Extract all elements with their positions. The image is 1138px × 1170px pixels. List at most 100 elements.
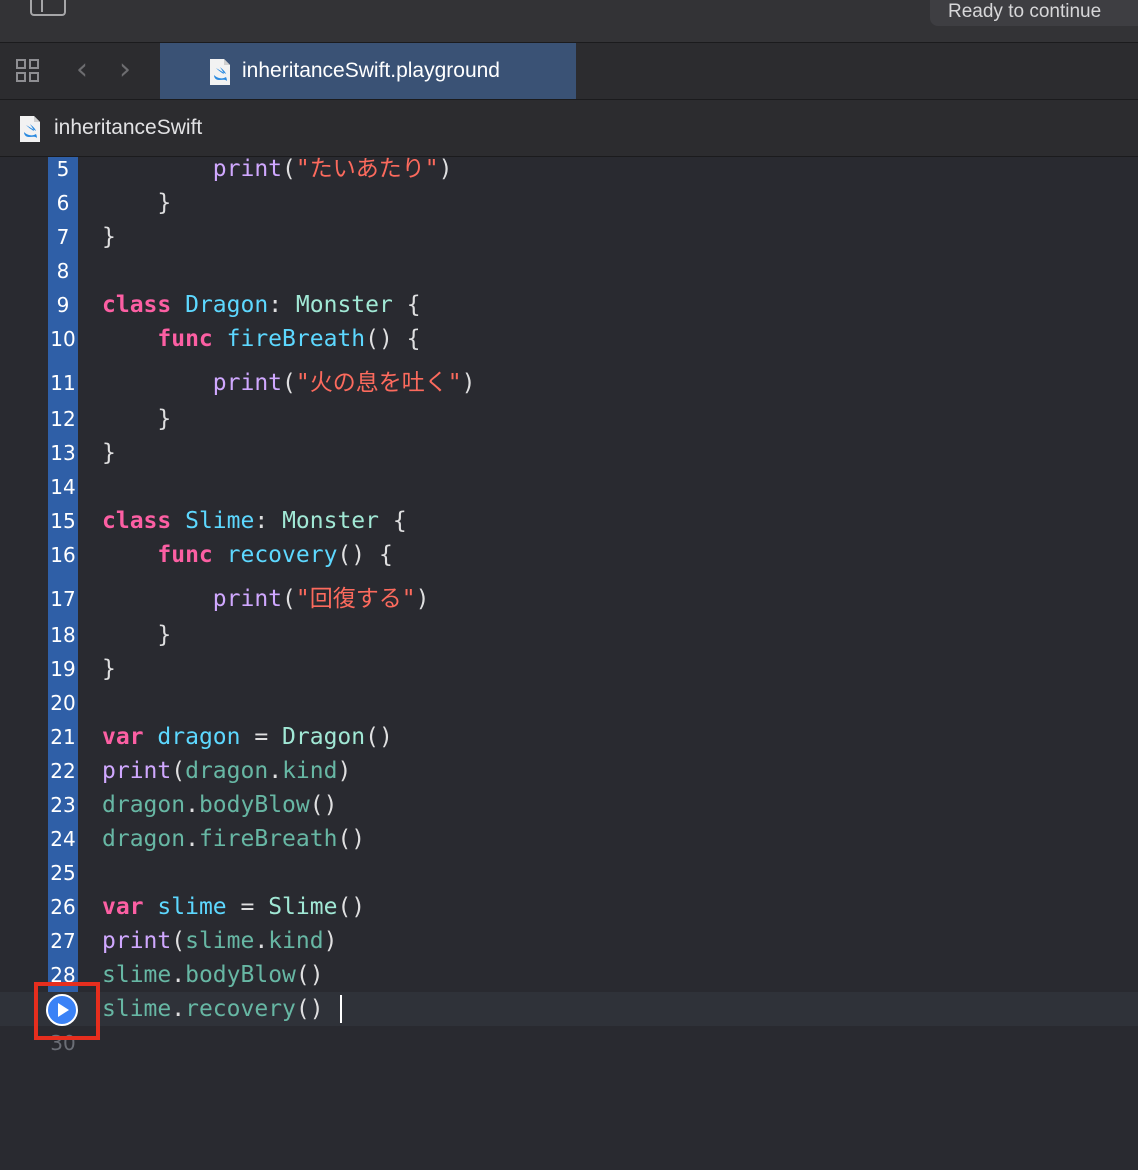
code-token: () [309, 792, 338, 818]
tab-playground[interactable]: inheritanceSwift.playground [160, 43, 576, 99]
code-token: ) [415, 586, 430, 612]
code-token: () [295, 962, 324, 988]
code-text: print(slime.kind) [102, 924, 337, 958]
grid-icon[interactable] [15, 58, 41, 84]
code-line[interactable]: 6 } [0, 186, 1138, 220]
code-line[interactable]: 9 class Dragon: Monster { [0, 288, 1138, 322]
line-number: 16 [50, 543, 76, 567]
code-text: func recovery() { [102, 538, 393, 572]
code-text: print(dragon.kind) [102, 754, 351, 788]
code-token: func [157, 326, 213, 352]
code-token: dragon [102, 792, 186, 818]
code-token: . [185, 826, 199, 852]
code-token: Monster [295, 292, 393, 318]
code-line[interactable]: 24 dragon.fireBreath() [0, 822, 1138, 856]
code-token: slime [185, 928, 255, 954]
code-token: print [102, 758, 172, 784]
tab-bar: ‹ › inheritanceSwift.playground [0, 43, 1138, 100]
line-number: 10 [50, 327, 76, 351]
code-line[interactable]: 25 [0, 856, 1138, 890]
code-text: print("回復する") [102, 582, 430, 616]
chevron-left-icon[interactable]: ‹ [70, 55, 94, 85]
code-token: . [171, 962, 186, 988]
code-line[interactable]: 28 slime.bodyBlow() [0, 958, 1138, 992]
breadcrumb: inheritanceSwift [0, 100, 1138, 157]
code-token: ( [282, 370, 296, 396]
breadcrumb-item-file[interactable]: inheritanceSwift [54, 100, 202, 156]
code-text: func fireBreath() { [102, 322, 421, 356]
code-token: dragon [102, 826, 186, 852]
code-line[interactable]: 18 } [0, 618, 1138, 652]
code-token: "回復する" [295, 586, 416, 612]
code-token: dragon [157, 724, 241, 750]
code-text: class Slime: Monster { [102, 504, 407, 538]
code-token: : [268, 292, 296, 318]
code-token: { [392, 292, 421, 318]
code-line[interactable]: 11 print("火の息を吐く") [0, 366, 1138, 400]
code-line[interactable]: 27 print(slime.kind) [0, 924, 1138, 958]
code-token: . [268, 758, 283, 784]
code-line[interactable]: 14 [0, 470, 1138, 504]
code-token: print [212, 586, 283, 612]
code-line[interactable]: 17 print("回復する") [0, 582, 1138, 616]
code-line[interactable]: 23 dragon.bodyBlow() [0, 788, 1138, 822]
swift-file-icon [20, 116, 40, 142]
code-line[interactable]: 26 var slime = Slime() [0, 890, 1138, 924]
code-token: } [102, 440, 116, 466]
code-line[interactable]: 7} [0, 220, 1138, 254]
code-line[interactable]: 16 func recovery() { [0, 538, 1138, 572]
code-token: print [212, 157, 283, 182]
code-token: slime [102, 962, 172, 988]
code-text: slime.recovery() [102, 992, 324, 1026]
code-line[interactable]: 12 } [0, 402, 1138, 436]
code-line[interactable]: 30 [0, 1026, 1138, 1060]
code-line[interactable]: 21 var dragon = Dragon() [0, 720, 1138, 754]
code-line[interactable]: 15 class Slime: Monster { [0, 504, 1138, 538]
play-icon[interactable] [45, 993, 79, 1027]
line-number: 13 [50, 441, 76, 465]
code-token: Slime [268, 894, 338, 920]
code-token: () { [365, 326, 421, 352]
code-text: var slime = Slime() [102, 890, 365, 924]
code-token: ) [337, 758, 352, 784]
line-number: 8 [56, 259, 70, 283]
code-token: print [212, 370, 283, 396]
line-number: 19 [50, 657, 76, 681]
line-number: 20 [50, 691, 76, 715]
swift-file-icon [210, 59, 230, 85]
code-line[interactable]: 22 print(dragon.kind) [0, 754, 1138, 788]
code-text: print("火の息を吐く") [102, 366, 476, 400]
code-token: ( [171, 928, 186, 954]
code-line[interactable]: 5 print("たいあたり") [0, 157, 1138, 186]
sidebar-icon[interactable] [30, 0, 66, 16]
code-token: } [102, 190, 172, 216]
code-token: () [337, 826, 366, 852]
chevron-right-icon[interactable]: › [113, 55, 137, 85]
line-number: 24 [50, 827, 76, 851]
code-line[interactable]: 8 [0, 254, 1138, 288]
code-token: Dragon [185, 292, 269, 318]
code-text: var dragon = Dragon() [102, 720, 393, 754]
code-token: } [102, 656, 116, 682]
code-token: Dragon [282, 724, 366, 750]
code-token: ) [438, 157, 453, 182]
code-text: slime.bodyBlow() [102, 958, 324, 992]
code-line[interactable]: slime.recovery() [0, 992, 1138, 1026]
code-line[interactable]: 20 [0, 686, 1138, 720]
line-number: 7 [56, 225, 70, 249]
code-line[interactable]: 13} [0, 436, 1138, 470]
code-text: dragon.fireBreath() [102, 822, 365, 856]
line-number: 6 [56, 191, 70, 215]
code-token: () [365, 724, 393, 750]
code-token: fireBreath [226, 326, 366, 352]
code-editor[interactable]: 5 print("たいあたり") 6 } 7} 8 9 class Dragon: Mon… [0, 157, 1138, 1170]
line-number: 21 [50, 725, 76, 749]
line-number: 11 [50, 371, 76, 395]
code-line[interactable]: 10 func fireBreath() { [0, 322, 1138, 356]
code-token: () { [337, 542, 393, 568]
code-line[interactable]: 19} [0, 652, 1138, 686]
